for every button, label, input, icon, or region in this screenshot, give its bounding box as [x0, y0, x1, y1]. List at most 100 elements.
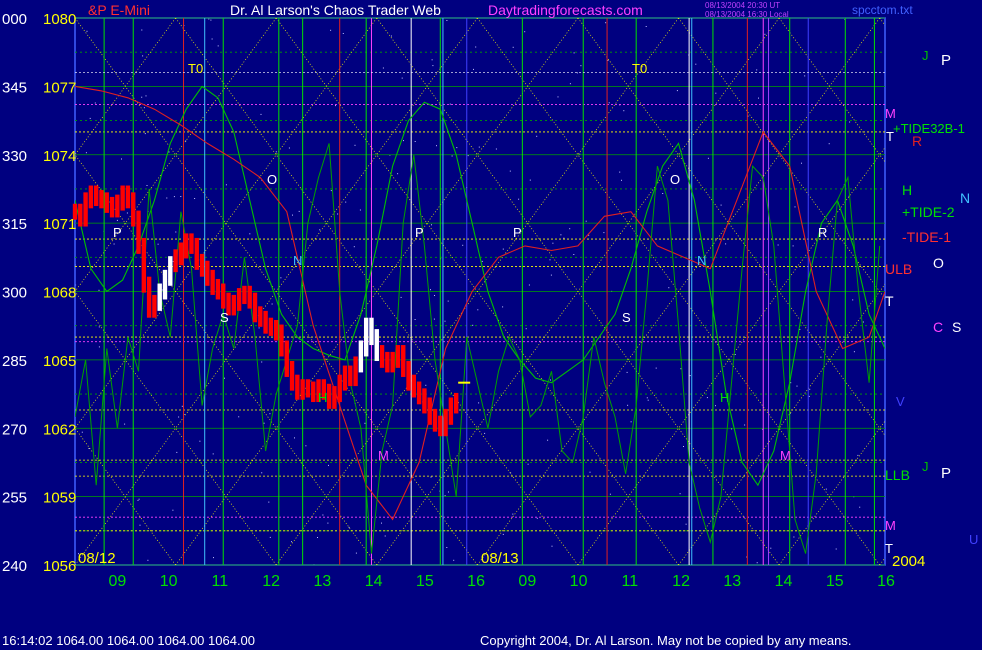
- price-bar: [432, 408, 438, 432]
- star: [330, 29, 332, 31]
- star: [580, 65, 582, 67]
- star: [430, 289, 431, 291]
- right-label: J: [922, 48, 929, 63]
- star: [525, 328, 527, 330]
- x-tick-label: 15: [416, 573, 434, 590]
- star: [512, 513, 514, 515]
- star: [695, 63, 697, 65]
- right-label: +TIDE-2: [902, 204, 955, 220]
- price-bar: [199, 253, 205, 277]
- instrument-label: &P E-Mini: [88, 2, 150, 18]
- star: [145, 95, 147, 97]
- price-bar: [406, 361, 411, 391]
- right-label: P: [941, 465, 951, 482]
- price-bar: [353, 356, 358, 387]
- star: [269, 536, 271, 538]
- right-label: T: [885, 293, 894, 309]
- chaos-chart: 000 1080 345 1077 330 1074 315 1071 300 1068 285 10…: [0, 0, 982, 650]
- star: [258, 327, 260, 329]
- chart-letter: M: [378, 448, 389, 463]
- star: [449, 103, 451, 105]
- star: [569, 228, 571, 230]
- price-bar: [221, 283, 226, 309]
- star: [268, 501, 270, 503]
- star: [275, 151, 277, 153]
- star: [857, 454, 859, 456]
- date-label-mid: 08/13: [481, 550, 519, 567]
- star: [291, 541, 292, 543]
- star: [261, 472, 263, 474]
- chart-letter: P: [513, 225, 522, 240]
- price-bar: [332, 386, 337, 409]
- price-bar: [115, 194, 120, 218]
- chart-letter: H: [318, 390, 327, 405]
- x-tick-label: 12: [262, 573, 280, 590]
- star: [342, 33, 344, 34]
- chart-letter: M: [780, 448, 791, 463]
- star: [225, 184, 227, 186]
- price-bar: [263, 310, 268, 334]
- star: [547, 439, 549, 441]
- star: [85, 152, 87, 154]
- star: [175, 231, 177, 233]
- chart-letter: S: [622, 310, 631, 325]
- star: [448, 491, 449, 493]
- star: [852, 299, 854, 301]
- y-tick-price: 1062: [43, 421, 76, 438]
- price-bar: [284, 340, 289, 377]
- star: [621, 179, 622, 181]
- star: [355, 552, 357, 554]
- star: [345, 201, 347, 203]
- price-bar: [348, 365, 353, 387]
- star: [756, 69, 758, 71]
- star: [86, 30, 88, 32]
- star: [261, 361, 263, 363]
- star: [502, 248, 504, 250]
- star: [359, 209, 361, 211]
- price-bar: [247, 285, 252, 309]
- star: [478, 146, 480, 148]
- x-tick-label: 10: [570, 573, 588, 590]
- star: [433, 318, 435, 320]
- star: [444, 320, 446, 322]
- price-bar: [311, 381, 316, 403]
- star: [715, 92, 717, 94]
- star: [707, 157, 709, 159]
- y-tick-degree: 330: [2, 148, 27, 165]
- right-label: S: [952, 319, 961, 335]
- y-tick-degree: 315: [2, 216, 27, 233]
- price-bar: [109, 196, 115, 218]
- x-tick-label: 11: [212, 573, 229, 590]
- y-tick-degree: 255: [2, 490, 27, 507]
- chart-letter: P: [113, 225, 122, 240]
- star: [330, 190, 332, 192]
- right-label: H: [902, 182, 912, 198]
- star: [146, 185, 148, 186]
- y-tick-degree: 240: [2, 558, 27, 575]
- star: [217, 45, 219, 47]
- star: [137, 499, 139, 501]
- price-bar: [210, 269, 215, 295]
- star: [683, 446, 684, 447]
- timestamp-local: 08/13/2004 16:30 Local: [705, 10, 789, 19]
- price-bar: [189, 233, 194, 254]
- price-bar: [236, 288, 242, 311]
- star: [456, 147, 458, 149]
- year-label: 2004: [892, 553, 925, 570]
- star: [607, 59, 609, 61]
- star: [849, 121, 851, 123]
- star: [484, 432, 486, 434]
- price-bar: [162, 269, 168, 300]
- price-bar: [205, 260, 210, 286]
- star: [668, 287, 670, 289]
- star: [280, 277, 282, 279]
- star: [623, 110, 625, 112]
- price-bar: [443, 408, 448, 437]
- star: [801, 162, 802, 164]
- star: [447, 300, 449, 302]
- star: [467, 155, 469, 157]
- star: [337, 213, 339, 215]
- price-bar: [326, 383, 332, 409]
- star: [271, 303, 273, 305]
- chart-letter: N: [293, 253, 302, 268]
